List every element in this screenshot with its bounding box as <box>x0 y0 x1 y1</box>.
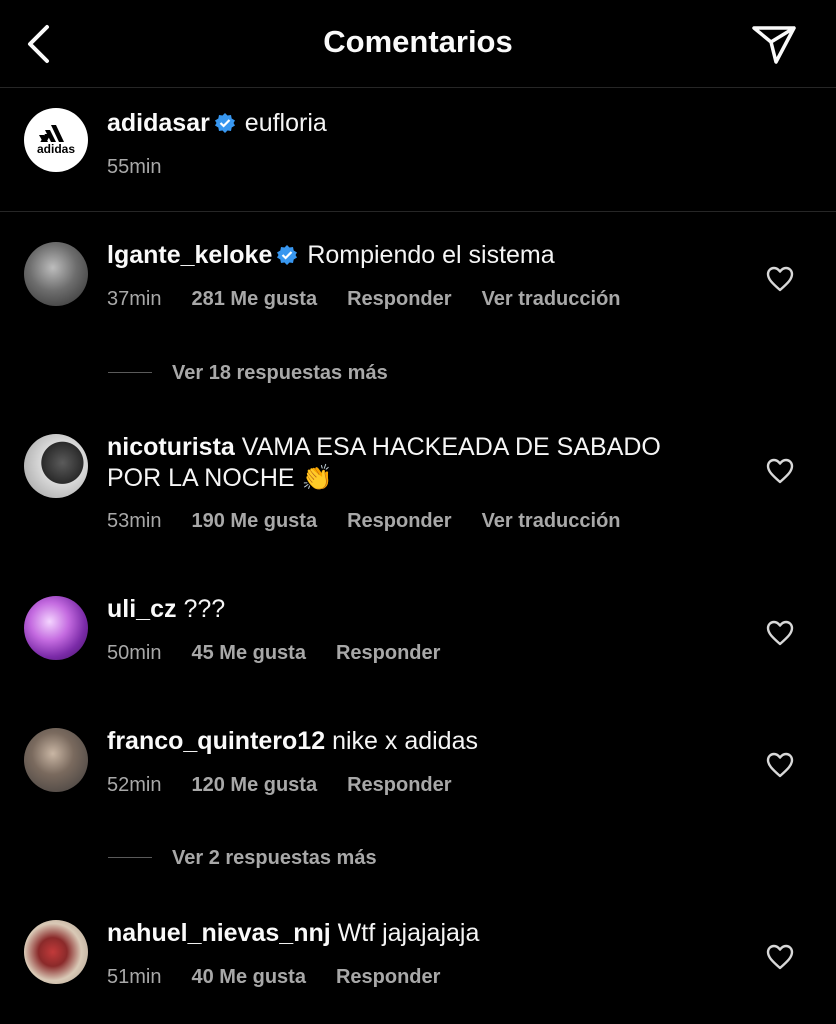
caption-username[interactable]: adidasar <box>107 109 210 137</box>
view-replies-button[interactable]: Ver 18 respuestas más <box>108 362 388 385</box>
post-caption: adidas adidasar eufloria 55min <box>0 88 836 212</box>
comment-time: 37min <box>107 288 162 310</box>
comment-meta: 37min 281 Me gusta Responder Ver traducción <box>107 288 651 311</box>
avatar-uli-cz[interactable] <box>24 596 88 660</box>
heart-icon[interactable] <box>766 266 794 292</box>
reply-button[interactable]: Responder <box>347 774 451 797</box>
comment-text: Rompiendo el sistema <box>307 241 555 269</box>
verified-badge-icon <box>277 245 298 265</box>
comment-item: nahuel_nievas_nnj Wtf jajajajaja 51min 40… <box>0 902 836 1024</box>
comment-text-2: POR LA NOCHE <box>107 464 295 492</box>
avatar-franco-quintero12[interactable] <box>24 728 88 792</box>
comment-username[interactable]: nicoturista <box>107 433 235 461</box>
heart-icon[interactable] <box>766 944 794 970</box>
clapping-hands-emoji: 👏 <box>301 464 333 492</box>
comment-username[interactable]: nahuel_nievas_nnj <box>107 919 331 947</box>
comment-item: franco_quintero12 nike x adidas 52min 120… <box>0 706 836 902</box>
translate-button[interactable]: Ver traducción <box>482 510 621 533</box>
comment-meta: 52min 120 Me gusta Responder <box>107 774 482 797</box>
comment-line-2: POR LA NOCHE 👏 <box>107 463 333 494</box>
view-replies-label: Ver 18 respuestas más <box>172 362 388 384</box>
avatar-adidasar[interactable]: adidas <box>24 108 88 172</box>
heart-icon[interactable] <box>766 620 794 646</box>
comment-meta: 51min 40 Me gusta Responder <box>107 966 470 989</box>
reply-button[interactable]: Responder <box>347 510 451 533</box>
comment-text: Wtf jajajajaja <box>337 919 480 947</box>
caption-line: adidasar eufloria <box>107 108 327 139</box>
likes-count[interactable]: 45 Me gusta <box>191 642 305 665</box>
paper-plane-icon <box>752 26 796 64</box>
likes-count[interactable]: 281 Me gusta <box>191 288 317 311</box>
header-bar: Comentarios <box>0 0 836 88</box>
comment-text: VAMA ESA HACKEADA DE SABADO <box>241 433 661 461</box>
verified-badge-icon <box>214 113 235 133</box>
likes-count[interactable]: 190 Me gusta <box>191 510 317 533</box>
replies-divider <box>108 857 152 858</box>
avatar-nicoturista[interactable] <box>24 434 88 498</box>
caption-time: 55min <box>107 156 162 178</box>
comment-line: nahuel_nievas_nnj Wtf jajajajaja <box>107 918 479 949</box>
likes-count[interactable]: 120 Me gusta <box>191 774 317 797</box>
heart-icon[interactable] <box>766 752 794 778</box>
comment-meta: 53min 190 Me gusta Responder Ver traducción <box>107 510 651 533</box>
reply-button[interactable]: Responder <box>336 966 440 989</box>
avatar-text: adidas <box>37 142 75 156</box>
comment-meta: 50min 45 Me gusta Responder <box>107 642 470 665</box>
caption-meta: 55min <box>107 156 191 179</box>
avatar-lgante-keloke[interactable] <box>24 242 88 306</box>
comment-item: lgante_keloke Rompiendo el sistema 37min… <box>0 212 836 412</box>
comment-line: franco_quintero12 nike x adidas <box>107 726 478 757</box>
share-button[interactable] <box>750 22 798 66</box>
adidas-logo-icon: adidas <box>37 125 75 156</box>
caption-text: eufloria <box>244 109 327 137</box>
comment-text: nike x adidas <box>332 727 478 755</box>
comment-time: 53min <box>107 510 162 532</box>
comment-item: uli_cz ??? 50min 45 Me gusta Responder <box>0 572 836 706</box>
comment-line: lgante_keloke Rompiendo el sistema <box>107 240 555 271</box>
view-replies-label: Ver 2 respuestas más <box>172 847 377 869</box>
comment-text: ??? <box>183 595 226 623</box>
page-title: Comentarios <box>323 24 513 59</box>
reply-button[interactable]: Responder <box>336 642 440 665</box>
view-replies-button[interactable]: Ver 2 respuestas más <box>108 847 377 870</box>
comment-line: nicoturista VAMA ESA HACKEADA DE SABADO <box>107 432 661 463</box>
comment-time: 50min <box>107 642 162 664</box>
replies-divider <box>108 372 152 373</box>
comment-time: 51min <box>107 966 162 988</box>
comment-item: nicoturista VAMA ESA HACKEADA DE SABADO … <box>0 412 836 572</box>
comment-username[interactable]: lgante_keloke <box>107 241 272 269</box>
comment-username[interactable]: franco_quintero12 <box>107 727 325 755</box>
avatar-nahuel-nievas-nnj[interactable] <box>24 920 88 984</box>
comment-time: 52min <box>107 774 162 796</box>
heart-icon[interactable] <box>766 458 794 484</box>
translate-button[interactable]: Ver traducción <box>482 288 621 311</box>
comment-username[interactable]: uli_cz <box>107 595 176 623</box>
comment-line: uli_cz ??? <box>107 594 225 625</box>
likes-count[interactable]: 40 Me gusta <box>191 966 305 989</box>
reply-button[interactable]: Responder <box>347 288 451 311</box>
